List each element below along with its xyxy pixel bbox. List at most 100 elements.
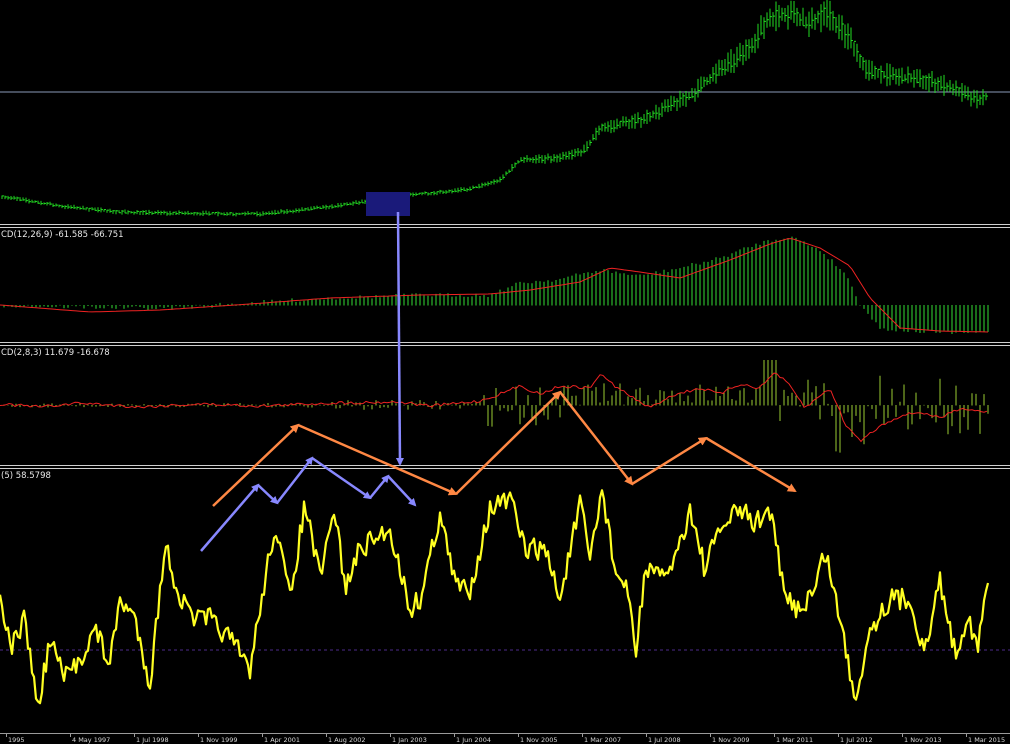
macd-fast-pane[interactable]: CD(2,8,3) 11.679 -16.678 — [0, 346, 1010, 464]
price-bar — [250, 212, 253, 215]
price-bar — [355, 200, 358, 204]
price-bar — [442, 190, 445, 195]
price-bar — [76, 206, 79, 210]
price-bar — [181, 211, 184, 215]
price-bar — [73, 204, 76, 209]
oscillator-line — [0, 489, 990, 705]
price-bar — [124, 209, 127, 214]
price-bar — [880, 65, 883, 84]
price-bar — [172, 211, 175, 216]
price-bar — [550, 155, 553, 164]
price-bar — [454, 188, 457, 193]
price-bar — [247, 211, 250, 215]
price-bar — [493, 179, 496, 185]
price-bar — [244, 211, 247, 216]
price-bar — [670, 95, 673, 111]
price-bar — [646, 109, 649, 125]
price-bar — [679, 90, 682, 108]
price-bar — [937, 77, 940, 92]
price-bar — [826, 0, 829, 28]
price-bar — [619, 120, 622, 128]
price-bar — [862, 57, 865, 71]
price-bar — [547, 153, 550, 161]
price-bar — [859, 53, 862, 68]
price-bar — [337, 203, 340, 208]
price-bar — [1, 195, 4, 199]
price-bar — [301, 207, 304, 212]
price-bar — [466, 188, 469, 192]
price-bar — [16, 196, 19, 202]
price-bar — [121, 209, 124, 215]
price-bar — [55, 203, 58, 207]
price-bar — [877, 68, 880, 78]
price-bar — [565, 151, 568, 160]
price-bar — [706, 77, 709, 86]
price-bar — [556, 154, 559, 163]
oscillator-pane[interactable]: (5) 58.5798 — [0, 469, 1010, 733]
price-bar — [313, 206, 316, 210]
price-bar — [757, 23, 760, 49]
price-bar — [34, 200, 37, 203]
price-bar — [724, 58, 727, 76]
price-bar — [949, 80, 952, 92]
price-bar — [427, 192, 430, 196]
price-bar — [184, 211, 187, 216]
price-pane[interactable] — [0, 0, 1010, 224]
price-bar — [52, 203, 55, 207]
price-bar — [601, 123, 604, 132]
price-bar — [595, 127, 598, 141]
price-bar — [328, 205, 331, 210]
price-bar — [307, 207, 310, 211]
price-bar — [721, 59, 724, 76]
price-bar — [400, 194, 403, 199]
price-bar — [445, 190, 448, 194]
price-bar — [583, 144, 586, 154]
price-bar — [166, 211, 169, 216]
price-bar — [211, 212, 214, 215]
price-bar — [856, 43, 859, 62]
price-bar — [835, 16, 838, 33]
price-bar — [70, 205, 73, 209]
price-bar — [346, 202, 349, 206]
price-bar — [598, 125, 601, 135]
price-bar — [367, 198, 370, 204]
price-bar — [418, 192, 421, 196]
price-bar — [817, 10, 820, 24]
price-bar — [793, 1, 796, 24]
price-bar — [931, 70, 934, 88]
price-bar — [112, 210, 115, 214]
price-bar — [421, 192, 424, 196]
price-bar — [577, 148, 580, 157]
price-bar — [799, 13, 802, 26]
price-bar — [796, 7, 799, 27]
oscillator-label: (5) 58.5798 — [1, 471, 51, 481]
price-bar — [697, 78, 700, 98]
price-bar — [439, 189, 442, 194]
price-bar — [664, 99, 667, 112]
price-bar — [736, 46, 739, 68]
price-bar — [703, 76, 706, 88]
price-bar — [808, 11, 811, 38]
price-bar — [460, 187, 463, 193]
price-bar — [373, 197, 376, 202]
price-bar — [415, 192, 418, 196]
price-bar — [298, 208, 301, 213]
price-bar — [541, 155, 544, 164]
price-bar — [820, 4, 823, 33]
price-bar — [199, 212, 202, 216]
price-bar — [256, 211, 259, 217]
price-bar — [709, 74, 712, 84]
price-bar — [118, 210, 121, 214]
price-bar — [685, 91, 688, 107]
price-bar — [13, 195, 16, 200]
price-bar — [814, 13, 817, 30]
price-bar — [871, 60, 874, 79]
price-bar — [28, 198, 31, 204]
price-bar — [559, 153, 562, 163]
price-bar — [922, 75, 925, 90]
macd-slow-pane[interactable]: CD(12,26,9) -61.585 -66.751 — [0, 228, 1010, 342]
price-bar — [658, 107, 661, 120]
price-bar — [838, 14, 841, 40]
price-bar — [523, 156, 526, 163]
price-bar — [319, 206, 322, 209]
